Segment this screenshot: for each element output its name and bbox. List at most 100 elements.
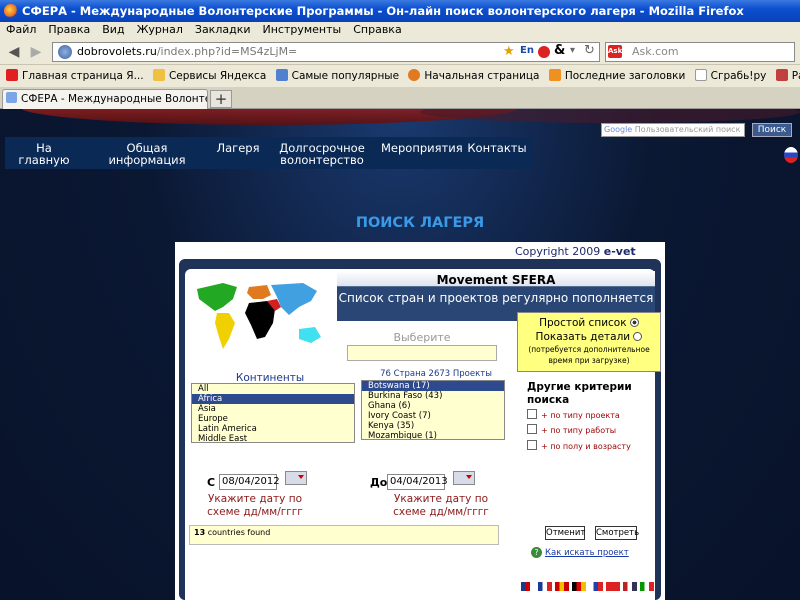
translate-icon[interactable]: En xyxy=(520,45,534,56)
spanish-flag-icon[interactable] xyxy=(555,582,569,591)
bookmark-item[interactable]: Главная страница Я... xyxy=(6,65,144,87)
dropdown-arrow-icon[interactable]: ▾ xyxy=(570,45,575,56)
option-simple[interactable]: Простой список xyxy=(518,317,660,329)
nav-long-term[interactable]: Долгосрочное волонтерство xyxy=(267,142,377,166)
url-bar[interactable]: dobrovolets.ru/index.php?id=MS4zLjM= xyxy=(52,42,600,62)
checkbox[interactable] xyxy=(527,409,537,419)
continents-list[interactable]: All Africa Asia Europe Latin America Mid… xyxy=(191,383,355,443)
bookmark-item[interactable]: Сграбь!ру xyxy=(694,65,766,87)
new-tab-button[interactable]: + xyxy=(210,90,232,108)
country-option[interactable]: Kenya (35) xyxy=(362,421,504,431)
english-flag-icon[interactable] xyxy=(521,582,535,591)
browser-tab[interactable]: СФЕРА - Международные Волонтерские П... xyxy=(2,89,208,109)
russian-flag-icon[interactable] xyxy=(589,582,603,591)
continent-option-selected[interactable]: Africa xyxy=(192,394,354,404)
south-america-region[interactable] xyxy=(215,313,235,349)
countries-list[interactable]: Botswana (17) Burkina Faso (43) Ghana (6… xyxy=(361,380,505,440)
nav-home[interactable]: На главную xyxy=(11,142,77,166)
nav-camps[interactable]: Лагеря xyxy=(215,142,261,154)
calendar-to-icon[interactable] xyxy=(453,471,475,485)
french-flag-icon[interactable] xyxy=(538,582,552,591)
firefox-icon xyxy=(408,69,421,81)
criteria-label[interactable]: + по типу работы xyxy=(541,426,616,435)
window-titlebar: СФЕРА - Международные Волонтерские Прогр… xyxy=(0,0,800,22)
continent-option[interactable]: Europe xyxy=(192,414,354,424)
google-search-input[interactable]: Google Пользовательский поиск xyxy=(601,123,745,137)
tab-title: СФЕРА - Международные Волонтерские П... xyxy=(21,93,207,105)
google-search-button[interactable]: Поиск xyxy=(752,123,792,137)
criteria-work-type[interactable]: + по типу работы xyxy=(527,424,616,435)
menu-tools[interactable]: Инструменты xyxy=(257,22,348,36)
continent-option[interactable]: Asia xyxy=(192,404,354,414)
continent-option[interactable]: All xyxy=(192,384,354,394)
menu-view[interactable]: Вид xyxy=(96,22,130,36)
russian-language-icon[interactable] xyxy=(784,147,798,163)
date-to-label: До xyxy=(370,476,388,489)
criteria-project-type[interactable]: + по типу проекта xyxy=(527,409,620,420)
other-criteria-label: Другие критерии поиска xyxy=(527,381,632,406)
criteria-label[interactable]: + по полу и возрасту xyxy=(541,442,631,451)
menu-bookmarks[interactable]: Закладки xyxy=(189,22,257,36)
search-box[interactable]: Ask.com xyxy=(605,42,795,62)
checkbox[interactable] xyxy=(527,424,537,434)
search-engine-icon[interactable]: Ask xyxy=(608,45,622,58)
copyright-brand[interactable]: e-vet xyxy=(604,245,636,258)
view-button[interactable]: Смотреть xyxy=(595,526,639,540)
ampersand-icon[interactable]: & xyxy=(554,43,565,58)
menu-edit[interactable]: Правка xyxy=(42,22,96,36)
world-map[interactable] xyxy=(193,277,329,357)
bookmark-star-icon[interactable]: ★ xyxy=(503,44,515,59)
bookmark-item[interactable]: Самые популярные xyxy=(275,65,399,87)
checkbox[interactable] xyxy=(527,440,537,450)
nav-events[interactable]: Мероприятия xyxy=(381,142,463,154)
date-from-input[interactable]: 08/04/2012 xyxy=(219,474,280,490)
menu-bar: Файл Правка Вид Журнал Закладки Инструменты Сп… xyxy=(0,22,800,39)
country-option[interactable]: Ghana (6) xyxy=(362,401,504,411)
radio-simple[interactable] xyxy=(629,318,639,327)
nav-general-info[interactable]: Общая информация xyxy=(89,142,205,166)
reset-button[interactable]: Отменит xyxy=(545,526,585,540)
help-link[interactable]: Как искать проект xyxy=(545,548,629,558)
ask-toolbar-icon[interactable] xyxy=(538,46,550,58)
help-icon[interactable]: ? xyxy=(531,547,542,558)
oceania-region[interactable] xyxy=(299,327,321,343)
date-to-input[interactable]: 04/04/2013 xyxy=(387,474,448,490)
north-america-region[interactable] xyxy=(197,283,237,311)
bookmark-item[interactable]: Сервисы Яндекса xyxy=(152,65,266,87)
country-option-selected[interactable]: Botswana (17) xyxy=(362,381,504,391)
bookmark-item[interactable]: Начальная страница xyxy=(408,65,540,87)
usa-flag-icon[interactable] xyxy=(623,582,637,591)
continent-option[interactable]: Middle East xyxy=(192,434,354,442)
europe-region[interactable] xyxy=(247,285,271,299)
back-icon[interactable]: ◀ xyxy=(4,42,24,62)
continent-option[interactable]: Latin America xyxy=(192,424,354,434)
country-option[interactable]: Burkina Faso (43) xyxy=(362,391,504,401)
german-flag-icon[interactable] xyxy=(572,582,586,591)
menu-history[interactable]: Журнал xyxy=(131,22,189,36)
menu-help[interactable]: Справка xyxy=(347,22,407,36)
asia-region[interactable] xyxy=(271,283,317,315)
calendar-from-icon[interactable] xyxy=(285,471,307,485)
firefox-icon xyxy=(4,4,18,18)
page-viewport: На главную Общая информация Лагеря Долго… xyxy=(0,109,800,600)
africa-region[interactable] xyxy=(245,301,275,339)
criteria-gender-age[interactable]: + по полу и возрасту xyxy=(527,440,631,451)
bookmark-item[interactable]: Последние заголовки xyxy=(548,65,685,87)
country-option[interactable]: Mozambique (1) xyxy=(362,431,504,439)
turkish-flag-icon[interactable] xyxy=(606,582,620,591)
site-navigation: На главную Общая информация Лагеря Долго… xyxy=(5,137,532,169)
criteria-label[interactable]: + по типу проекта xyxy=(541,411,620,420)
option-details[interactable]: Показать детали xyxy=(518,331,660,343)
menu-file[interactable]: Файл xyxy=(0,22,42,36)
reload-icon[interactable]: ↻ xyxy=(584,43,595,58)
result-text: countries found xyxy=(207,528,271,537)
choose-field[interactable] xyxy=(347,345,497,361)
site-identity-icon[interactable] xyxy=(58,45,72,59)
bookmark-item[interactable]: Расписание электри... xyxy=(775,65,800,87)
nav-contacts[interactable]: Контакты xyxy=(467,142,527,154)
italian-flag-icon[interactable] xyxy=(640,582,654,591)
radio-details[interactable] xyxy=(633,332,643,341)
forward-icon[interactable]: ▶ xyxy=(26,42,46,62)
country-option[interactable]: Ivory Coast (7) xyxy=(362,411,504,421)
rss-icon xyxy=(548,69,561,81)
